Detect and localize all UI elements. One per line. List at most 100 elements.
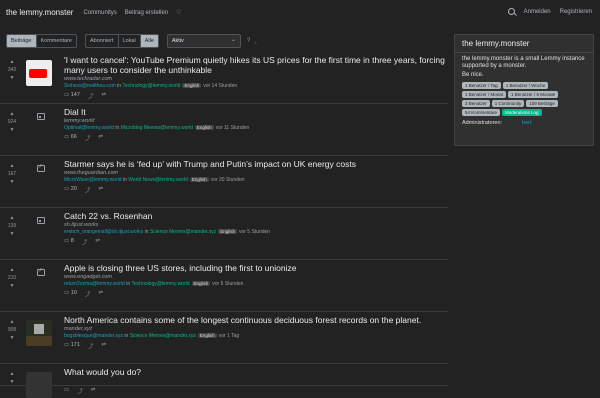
post-thumbnail[interactable]	[26, 320, 52, 346]
post-score: 210	[7, 275, 17, 281]
post-title[interactable]: 'I want to cancel': YouTube Premium quie…	[64, 55, 448, 75]
share-icon[interactable]: ⤴	[88, 342, 94, 350]
toggle-comments[interactable]: Kommentare	[37, 35, 77, 47]
modlog-button[interactable]: Moderations Log	[502, 109, 542, 116]
site-brand[interactable]: the lemmy.monster	[6, 8, 73, 17]
post-community[interactable]: Science Memes@mander.xyz	[130, 333, 196, 339]
post-body: 'I want to cancel': YouTube Premium quie…	[64, 55, 448, 100]
post-community[interactable]: Microblog Memes@lemmy.world	[121, 125, 193, 131]
heart-icon[interactable]: ♡	[176, 9, 181, 16]
share-icon[interactable]: ⤴	[85, 186, 91, 194]
post-title[interactable]: North America contains some of the longe…	[64, 315, 448, 325]
share-icon[interactable]: ⤴	[77, 387, 83, 395]
post-community[interactable]: Technology@lemmy.world	[122, 83, 180, 89]
external-link-icon[interactable]	[37, 267, 45, 276]
rss-icon[interactable]: ◟	[254, 38, 256, 45]
toggle-local[interactable]: Lokal	[119, 35, 141, 47]
image-icon[interactable]	[37, 217, 45, 224]
post-time: vor 6 Stunden	[212, 281, 244, 287]
nav-communities[interactable]: Communitys	[83, 10, 116, 16]
share-icon[interactable]: ⤴	[85, 290, 91, 298]
help-icon[interactable]: ?	[247, 38, 250, 44]
post-community[interactable]: Science Memes@mander.xyz	[150, 229, 216, 235]
upvote-icon[interactable]: ▲	[4, 370, 20, 378]
post-list: ▲ 343 ▼ 'I want to cancel': YouTube Premium…	[0, 52, 448, 398]
comments-button[interactable]: ▭ 147	[64, 92, 80, 100]
post-thumbnail[interactable]	[26, 372, 52, 398]
comment-icon: ▭	[64, 186, 70, 192]
post-title[interactable]: Dial It	[64, 107, 448, 117]
post-title[interactable]: What would you do?	[64, 367, 448, 377]
comments-button[interactable]: ▭	[64, 387, 69, 395]
comments-button[interactable]: ▭ 66	[64, 134, 77, 142]
post-author[interactable]: Optimal@lemmy.world	[64, 125, 114, 131]
sort-select[interactable]: Aktiv	[166, 34, 241, 48]
toggle-posts[interactable]: Beiträge	[7, 35, 37, 47]
crosspost-icon[interactable]: ⇌	[101, 342, 106, 350]
post-author[interactable]: MicroWave@lemmy.world	[64, 177, 122, 183]
post-score: 924	[7, 119, 17, 125]
comments-button[interactable]: ▭ 20	[64, 186, 77, 194]
upvote-icon[interactable]: ▲	[4, 110, 20, 118]
downvote-icon[interactable]: ▼	[4, 74, 20, 82]
post-meta: MicroWave@lemmy.world in World News@lemm…	[64, 177, 448, 183]
toggle-subscribed[interactable]: Abonniert	[86, 35, 119, 47]
login-link[interactable]: Anmelden	[524, 9, 551, 15]
crosspost-icon[interactable]: ⇌	[98, 186, 103, 194]
crosspost-icon[interactable]: ⇌	[98, 134, 103, 142]
post-domain: www.engadget.com	[64, 274, 112, 280]
upvote-icon[interactable]: ▲	[4, 266, 20, 274]
image-icon[interactable]	[37, 113, 45, 120]
upvote-icon[interactable]: ▲	[4, 318, 20, 326]
crosspost-icon[interactable]: ⇌	[98, 290, 103, 298]
comment-icon: ▭	[64, 342, 70, 348]
post-domain: lemmy.world	[64, 118, 95, 124]
post-author[interactable]: erebch_orangemall@sh.itjust.works	[64, 229, 143, 235]
downvote-icon[interactable]: ▼	[4, 178, 20, 186]
post-actions: ▭ 171 ⤴ ⇌	[64, 342, 448, 350]
downvote-icon[interactable]: ▼	[4, 378, 20, 386]
post-in-label: in	[124, 333, 129, 339]
upvote-icon[interactable]: ▲	[4, 58, 20, 66]
post-score: 343	[7, 67, 17, 73]
share-icon[interactable]: ⤴	[88, 92, 94, 100]
downvote-icon[interactable]: ▼	[4, 334, 20, 342]
stat-badge: 1 Benutzer / Woche	[502, 82, 549, 89]
post-title[interactable]: Starmer says he is ‘fed up’ with Trump a…	[64, 159, 448, 169]
share-icon[interactable]: ⤴	[82, 238, 88, 246]
crosspost-icon[interactable]: ⇌	[101, 92, 106, 100]
post-community[interactable]: Technology@lemmy.world	[131, 281, 189, 287]
comments-button[interactable]: ▭ 10	[64, 290, 77, 298]
downvote-icon[interactable]: ▼	[4, 230, 20, 238]
downvote-icon[interactable]: ▼	[4, 282, 20, 290]
post-meta	[64, 378, 448, 384]
post-author[interactable]: bogsblesque@mander.xyz	[64, 333, 123, 339]
downvote-icon[interactable]: ▼	[4, 126, 20, 134]
register-link[interactable]: Registrieren	[560, 9, 592, 15]
post-title[interactable]: Apple is closing three US stores, includ…	[64, 263, 448, 273]
post-score: 167	[7, 171, 17, 177]
post-time: vor 5 Stunden	[238, 229, 271, 235]
post-meta: bogsblesque@mander.xyz in Science Memes@…	[64, 333, 448, 339]
crosspost-icon[interactable]: ⇌	[95, 238, 100, 246]
post-author[interactable]: Sixhexa@realthea.com	[64, 83, 116, 89]
post-actions: ▭ ⤴ ⇌	[64, 387, 448, 395]
post-community[interactable]: World News@lemmy.world	[128, 177, 188, 183]
stats-badges: 1 Benutzer / Tag 1 Benutzer / Woche 1 Benu…	[455, 80, 593, 118]
crosspost-icon[interactable]: ⇌	[91, 387, 96, 395]
search-icon[interactable]	[507, 8, 515, 15]
post-title[interactable]: Catch 22 vs. Rosenhan	[64, 211, 448, 221]
toggle-all[interactable]: Alle	[140, 35, 158, 47]
upvote-icon[interactable]: ▲	[4, 214, 20, 222]
comment-icon: ▭	[64, 387, 70, 393]
nav-create-post[interactable]: Beitrag erstellen	[125, 10, 168, 16]
comments-button[interactable]: ▭ 8	[64, 238, 74, 246]
vote-column: ▲ 167 ▼	[4, 162, 20, 186]
post-author[interactable]: return2ozma@lemmy.world	[64, 281, 125, 287]
admin-link[interactable]: bert	[522, 120, 531, 126]
post-thumbnail[interactable]	[26, 60, 52, 86]
external-link-icon[interactable]	[37, 163, 45, 172]
comments-button[interactable]: ▭ 171	[64, 342, 80, 350]
share-icon[interactable]: ⤴	[85, 134, 91, 142]
upvote-icon[interactable]: ▲	[4, 162, 20, 170]
